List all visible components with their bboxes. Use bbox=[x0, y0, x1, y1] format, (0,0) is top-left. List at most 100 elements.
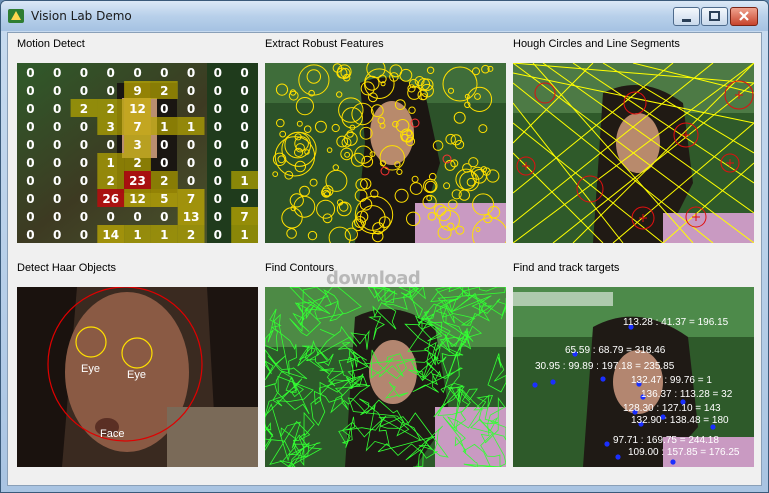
maximize-icon bbox=[709, 11, 720, 21]
motion-cell-value: 1 bbox=[187, 120, 195, 134]
motion-cell-value: 0 bbox=[214, 138, 222, 152]
tracking-view: 113.28 : 41.37 = 196.15 65.59 : 68.79 = 3… bbox=[513, 287, 754, 467]
motion-cell-value: 0 bbox=[53, 174, 61, 188]
haar-label: Detect Haar Objects bbox=[17, 262, 117, 274]
motion-cell-value: 0 bbox=[187, 138, 195, 152]
close-button[interactable] bbox=[730, 7, 758, 26]
features-overlay bbox=[265, 63, 506, 243]
motion-cell-value: 0 bbox=[80, 66, 88, 80]
motion-cell-value: 0 bbox=[214, 84, 222, 98]
target-point bbox=[604, 441, 610, 447]
motion-cell-value: 0 bbox=[107, 210, 115, 224]
motion-cell-value: 0 bbox=[214, 210, 222, 224]
motion-cell-value: 1 bbox=[240, 174, 248, 188]
motion-cell-value: 0 bbox=[26, 192, 34, 206]
tracking-label: Find and track targets bbox=[513, 262, 620, 274]
motion-cell-value: 0 bbox=[214, 192, 222, 206]
motion-cell-value: 2 bbox=[187, 228, 195, 242]
motion-cell-value: 0 bbox=[26, 228, 34, 242]
contours-overlay bbox=[265, 287, 506, 467]
motion-cell-value: 0 bbox=[26, 138, 34, 152]
title-bar[interactable]: Vision Lab Demo bbox=[1, 1, 768, 31]
motion-cell-value: 1 bbox=[160, 120, 168, 134]
motion-cell-value: 0 bbox=[240, 102, 248, 116]
motion-cell-value: 0 bbox=[160, 156, 168, 170]
target-readout: 136.37 : 113.28 = 32 bbox=[641, 389, 733, 400]
motion-cell-value: 2 bbox=[160, 84, 168, 98]
motion-cell-value: 7 bbox=[187, 192, 195, 206]
robust-features-view bbox=[265, 63, 506, 243]
motion-cell-value: 0 bbox=[80, 120, 88, 134]
robust-features-label: Extract Robust Features bbox=[265, 38, 384, 50]
motion-cell-value: 2 bbox=[80, 102, 88, 116]
target-readout: 132.47 : 99.76 = 1 bbox=[631, 375, 712, 386]
watermark: download bbox=[326, 268, 421, 289]
motion-detect-label: Motion Detect bbox=[17, 38, 85, 50]
contours-label: Find Contours bbox=[265, 262, 335, 274]
motion-cell-value: 0 bbox=[53, 156, 61, 170]
motion-cell-value: 12 bbox=[129, 192, 146, 206]
motion-cell-value: 0 bbox=[133, 66, 141, 80]
haar-overlay: Eye Eye Face bbox=[17, 287, 258, 467]
motion-cell-value: 0 bbox=[187, 66, 195, 80]
target-readout: 65.59 : 68.79 = 318.46 bbox=[565, 345, 666, 356]
eye-right-label: Eye bbox=[127, 369, 146, 381]
minimize-icon bbox=[682, 19, 691, 22]
motion-cell-value: 0 bbox=[53, 120, 61, 134]
motion-cell-value: 0 bbox=[80, 192, 88, 206]
maximize-button[interactable] bbox=[701, 7, 728, 26]
motion-cell-value: 0 bbox=[26, 102, 34, 116]
close-icon bbox=[739, 11, 749, 21]
target-point bbox=[600, 376, 606, 382]
target-point bbox=[532, 382, 538, 388]
motion-cell-value: 5 bbox=[160, 192, 168, 206]
motion-cell-value: 0 bbox=[26, 156, 34, 170]
motion-cell-value: 0 bbox=[107, 138, 115, 152]
motion-cell-value: 3 bbox=[107, 120, 115, 134]
motion-cell-value: 0 bbox=[240, 120, 248, 134]
motion-cell-value: 1 bbox=[160, 228, 168, 242]
motion-cell-value: 0 bbox=[80, 156, 88, 170]
client-area: Motion Detect Extract Robust Features Ho… bbox=[7, 32, 762, 486]
target-readout: 97.71 : 169.75 = 244.18 bbox=[613, 435, 719, 446]
face-label: Face bbox=[100, 428, 124, 440]
motion-cell-value: 0 bbox=[214, 102, 222, 116]
motion-cell-value: 0 bbox=[240, 66, 248, 80]
contours-view bbox=[265, 287, 506, 467]
motion-cell-value: 12 bbox=[129, 102, 146, 116]
motion-cell-value: 0 bbox=[160, 210, 168, 224]
motion-cell-value: 0 bbox=[53, 228, 61, 242]
motion-cell-value: 7 bbox=[133, 120, 141, 134]
motion-cell-value: 0 bbox=[214, 174, 222, 188]
eye-left-label: Eye bbox=[81, 363, 100, 375]
motion-cell-value: 0 bbox=[240, 192, 248, 206]
target-point bbox=[615, 454, 621, 460]
motion-cell-value: 0 bbox=[107, 66, 115, 80]
haar-view: Eye Eye Face bbox=[17, 287, 258, 467]
motion-cell-value: 0 bbox=[53, 102, 61, 116]
motion-cell-value: 1 bbox=[107, 156, 115, 170]
motion-cell-value: 0 bbox=[26, 84, 34, 98]
motion-cell-value: 0 bbox=[133, 210, 141, 224]
motion-cell-value: 1 bbox=[240, 228, 248, 242]
motion-cell-value: 0 bbox=[214, 66, 222, 80]
motion-cell-value: 0 bbox=[26, 174, 34, 188]
motion-cell-value: 0 bbox=[187, 156, 195, 170]
motion-cell-value: 0 bbox=[240, 138, 248, 152]
motion-cell-value: 0 bbox=[80, 210, 88, 224]
target-point bbox=[550, 379, 556, 385]
target-readout: 132.90 : 138.48 = 180 bbox=[631, 415, 729, 426]
motion-cell-value: 0 bbox=[214, 228, 222, 242]
motion-cell-value: 0 bbox=[160, 66, 168, 80]
app-icon bbox=[8, 9, 24, 23]
hough-view bbox=[513, 63, 754, 243]
target-point bbox=[670, 459, 676, 465]
motion-cell-value: 9 bbox=[133, 84, 141, 98]
motion-cell-value: 3 bbox=[133, 138, 141, 152]
minimize-button[interactable] bbox=[673, 7, 700, 26]
motion-cell-value: 0 bbox=[107, 84, 115, 98]
motion-cell-value: 0 bbox=[26, 120, 34, 134]
motion-cell-value: 2 bbox=[160, 174, 168, 188]
motion-cell-value: 7 bbox=[240, 210, 248, 224]
motion-cell-value: 2 bbox=[133, 156, 141, 170]
